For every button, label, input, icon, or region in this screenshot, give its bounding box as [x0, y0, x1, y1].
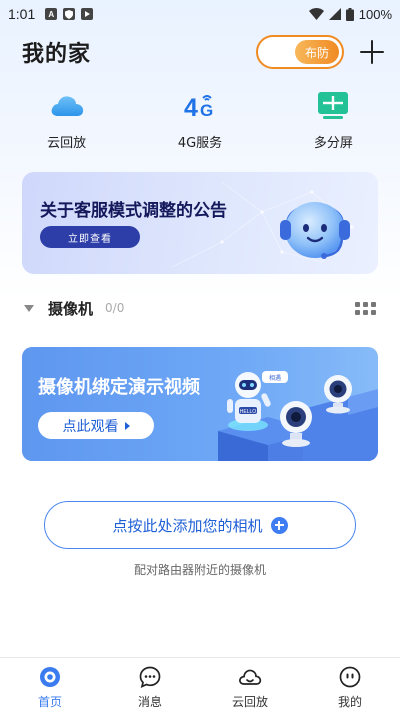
nav-item-home[interactable]: 首页: [0, 658, 100, 710]
nav-item-profile[interactable]: 我的: [300, 658, 400, 710]
quick-action-4g-service[interactable]: 4 G 4G服务: [133, 90, 266, 160]
robot-speech-bubble-text: 相遇: [269, 374, 281, 382]
wifi-icon: [308, 8, 324, 20]
tutorial-title: 摄像机绑定演示视频: [38, 377, 200, 398]
message-icon: [138, 665, 162, 689]
watch-video-button[interactable]: 点此观看: [38, 412, 154, 439]
camera-count: 0/0: [105, 301, 125, 315]
quick-action-label: 多分屏: [313, 136, 353, 151]
notification-shield-icon: [63, 8, 76, 20]
multi-screen-icon: [315, 90, 351, 122]
profile-icon: [338, 665, 362, 689]
signal-icon: [328, 8, 341, 20]
play-arrow-icon: [124, 421, 130, 430]
tutorial-video-banner[interactable]: 摄像机绑定演示视频 点此观看 相遇 HELLO: [22, 347, 378, 461]
robot-camera-illustration: 相遇 HELLO: [218, 371, 378, 461]
nav-label: 云回放: [231, 695, 268, 709]
add-camera-label: 点按此处添加您的相机: [112, 516, 263, 535]
nav-item-messages[interactable]: 消息: [100, 658, 200, 710]
cloud-icon: [49, 90, 85, 122]
svg-text:G: G: [200, 101, 213, 120]
add-icon[interactable]: [358, 38, 386, 66]
status-time: 1:01: [8, 6, 36, 22]
cloud-playback-icon: [238, 665, 262, 689]
support-mascot-icon: [280, 202, 350, 259]
home-icon: [38, 665, 62, 689]
collapse-arrow-icon[interactable]: [24, 304, 34, 312]
camera-section-title: 摄像机: [48, 299, 94, 318]
grid-view-icon[interactable]: [355, 301, 376, 315]
page-title: 我的家: [22, 42, 92, 67]
notification-play-icon: [81, 8, 94, 20]
svg-text:4: 4: [184, 94, 198, 120]
notification-a-icon: A: [45, 8, 58, 20]
quick-action-multi-screen[interactable]: 多分屏: [267, 90, 400, 160]
nav-item-cloud-playback[interactable]: 云回放: [200, 658, 300, 710]
quick-action-label: 4G服务: [177, 136, 223, 151]
status-right: 100%: [308, 6, 392, 22]
quick-actions: 云回放 4 G 4G服务 多分屏: [0, 90, 400, 160]
arm-toggle[interactable]: 布防: [256, 35, 344, 69]
status-bar: 1:01 A 100%: [0, 0, 400, 28]
header: 我的家 布防: [0, 28, 400, 76]
notice-title: 关于客服模式调整的公告: [40, 201, 227, 221]
notice-banner[interactable]: 关于客服模式调整的公告 立即查看: [22, 172, 378, 274]
camera-section-header: 摄像机 0/0: [24, 296, 376, 320]
add-camera-hint: 配对路由器附近的摄像机: [133, 563, 266, 577]
quick-action-label: 云回放: [47, 136, 87, 151]
nav-label: 消息: [137, 695, 162, 709]
battery-percent: 100%: [358, 6, 392, 22]
arm-toggle-label: 布防: [295, 40, 339, 64]
quick-action-cloud-playback[interactable]: 云回放: [0, 90, 133, 160]
nav-label: 我的: [337, 695, 362, 709]
nav-label: 首页: [37, 695, 62, 709]
plus-circle-icon: [270, 516, 288, 534]
battery-icon: [345, 7, 354, 21]
bottom-nav: 首页 消息 云回放 我的: [0, 657, 400, 710]
watch-video-label: 点此观看: [62, 418, 119, 435]
robot-badge-text: HELLO: [240, 409, 257, 415]
add-camera-button[interactable]: 点按此处添加您的相机: [44, 501, 356, 549]
notice-view-button[interactable]: 立即查看: [40, 226, 140, 248]
4g-icon: 4 G: [182, 90, 218, 122]
